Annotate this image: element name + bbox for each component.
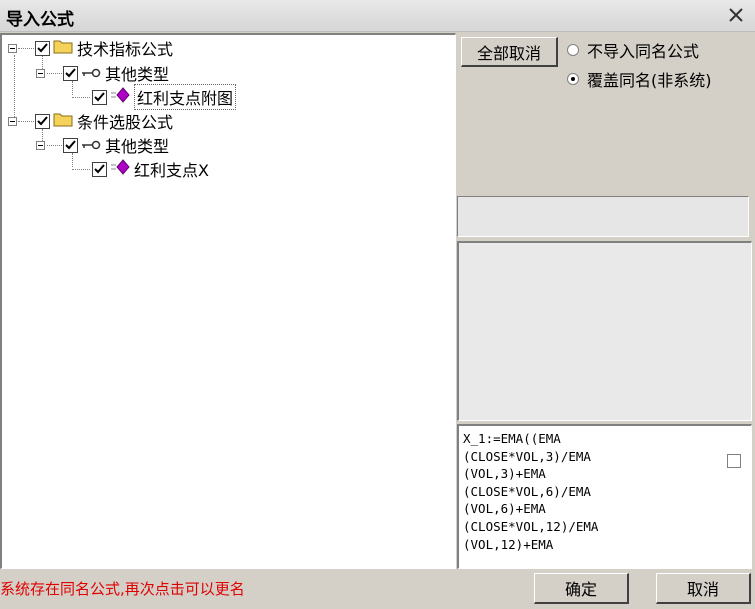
skip-same-name-option[interactable]: 不导入同名公式	[567, 38, 699, 62]
skip-same-name-label: 不导入同名公式	[587, 42, 700, 61]
tree-node-other-types[interactable]: 其他类型	[36, 134, 169, 156]
skip-same-name-radio[interactable]	[567, 44, 579, 56]
tree-node-formula[interactable]: 红利支点附图	[92, 84, 237, 110]
window-title: 导入公式	[6, 10, 74, 30]
tree-node-stock-screening[interactable]: 条件选股公式	[8, 110, 173, 132]
cancel-button[interactable]: 取消	[656, 573, 751, 604]
tree-node-label: 条件选股公式	[77, 113, 174, 132]
formula-code-text: X_1:=EMA((EMA (CLOSE*VOL,3)/EMA (VOL,3)+…	[463, 431, 599, 552]
tree-checkbox[interactable]	[92, 89, 107, 105]
tree-node-label: 技术指标公式	[77, 40, 174, 59]
formula-icon	[110, 87, 130, 107]
tree-node-label: 红利支点X	[134, 161, 209, 180]
collapse-toggle[interactable]	[36, 68, 45, 78]
folder-icon	[53, 38, 73, 58]
tree-checkbox[interactable]	[35, 40, 50, 56]
collapse-toggle[interactable]	[8, 43, 17, 53]
tree-node-formula[interactable]: 红利支点X	[92, 158, 209, 180]
description-box	[457, 241, 752, 421]
tree-node-label: 其他类型	[105, 137, 170, 156]
folder-icon	[53, 111, 73, 131]
tree-node-tech-indicators[interactable]: 技术指标公式	[8, 37, 173, 59]
tree-checkbox[interactable]	[63, 65, 78, 81]
overwrite-same-name-radio[interactable]	[567, 73, 579, 85]
collapse-toggle[interactable]	[36, 140, 45, 150]
formula-icon	[110, 159, 130, 179]
name-field[interactable]	[457, 196, 749, 237]
tree-node-label: 红利支点附图	[134, 84, 237, 110]
close-icon[interactable]	[727, 6, 745, 24]
tree-checkbox[interactable]	[35, 113, 50, 129]
tree-node-other-types[interactable]: 其他类型	[36, 62, 169, 84]
overwrite-same-name-label: 覆盖同名(非系统)	[587, 71, 712, 90]
tree-node-label: 其他类型	[105, 65, 170, 84]
code-checkbox[interactable]	[727, 454, 741, 468]
ok-button[interactable]: 确定	[534, 573, 629, 604]
formula-code-box[interactable]: X_1:=EMA((EMA (CLOSE*VOL,3)/EMA (VOL,3)+…	[457, 424, 752, 569]
formula-tree[interactable]: 技术指标公式 其他类型 红利支点附图 条件选股公式 其他类型 红利支点X	[0, 33, 456, 569]
collapse-toggle[interactable]	[8, 116, 17, 126]
status-message: 系统存在同名公式,再次点击可以更名	[0, 580, 245, 598]
deselect-all-button[interactable]: 全部取消	[461, 37, 558, 67]
tree-checkbox[interactable]	[92, 161, 107, 177]
tree-checkbox[interactable]	[63, 137, 78, 153]
key-icon	[81, 136, 101, 155]
title-bar: 导入公式	[0, 0, 755, 32]
overwrite-same-name-option[interactable]: 覆盖同名(非系统)	[567, 67, 712, 91]
key-icon	[81, 64, 101, 83]
